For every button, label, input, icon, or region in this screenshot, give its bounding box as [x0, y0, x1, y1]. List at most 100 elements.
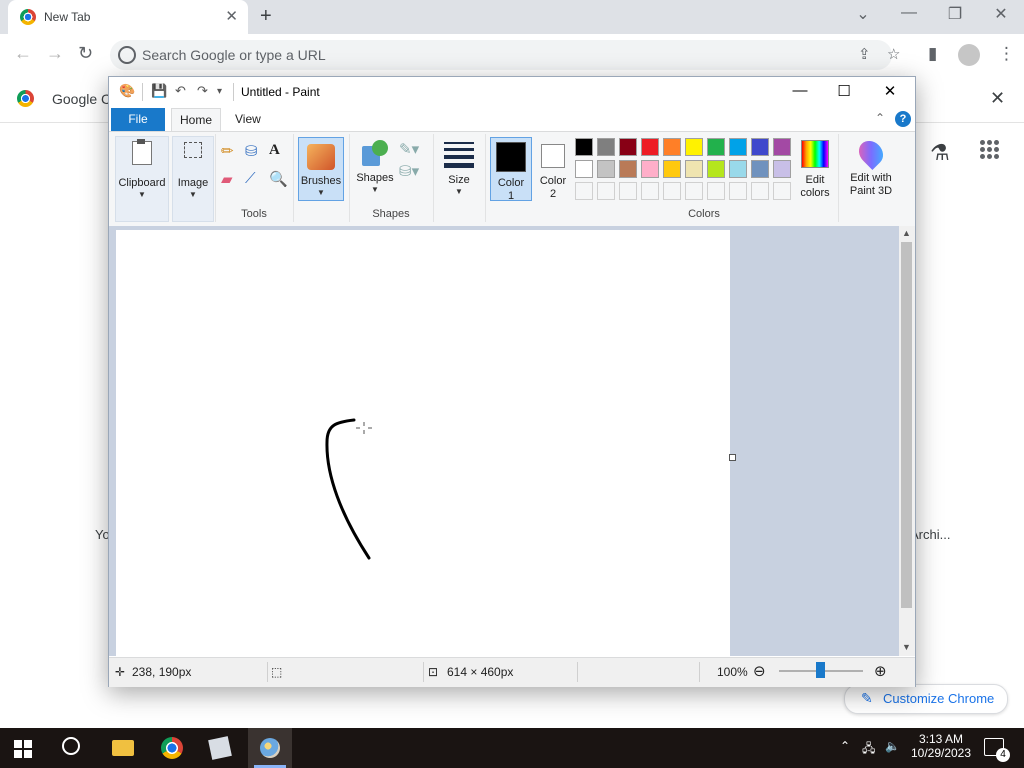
ribbon-collapse-icon[interactable]: ⌃ [875, 111, 885, 125]
omnibox[interactable]: Search Google or type a URL ⇪ ☆ [110, 40, 900, 70]
profile-avatar-icon[interactable] [958, 44, 980, 66]
scrollbar-thumb[interactable] [901, 242, 912, 608]
clipboard-button[interactable]: Clipboard ▼ [115, 136, 169, 222]
chrome-restore-button[interactable]: ❐ [932, 4, 978, 24]
custom-color-slot[interactable] [729, 182, 747, 200]
palette-swatch[interactable] [619, 160, 637, 178]
share-icon[interactable]: ⇪ [858, 45, 871, 63]
palette-swatch[interactable] [751, 138, 769, 156]
tab-home[interactable]: Home [171, 108, 221, 132]
search-icon[interactable] [62, 737, 80, 755]
canvas-resize-handle[interactable] [729, 454, 736, 461]
paint-app-icon[interactable]: 🎨 [119, 83, 135, 99]
new-tab-button[interactable]: + [260, 5, 272, 28]
custom-color-slot[interactable] [685, 182, 703, 200]
paint-taskbar-button[interactable] [248, 728, 292, 768]
palette-swatch[interactable] [729, 138, 747, 156]
shapes-button[interactable]: Shapes ▼ [355, 138, 395, 202]
palette-swatch[interactable] [707, 160, 725, 178]
chrome-menu-icon[interactable]: ⋮ [998, 44, 1015, 64]
back-arrow-icon[interactable]: ← [14, 43, 32, 64]
customize-qat-icon[interactable]: ▾ [217, 86, 222, 97]
palette-swatch[interactable] [685, 160, 703, 178]
text-tool-icon[interactable]: A [269, 142, 280, 159]
palette-swatch[interactable] [685, 138, 703, 156]
redo-icon[interactable]: ↷ [197, 83, 208, 99]
windows-start-icon[interactable] [14, 740, 32, 758]
palette-swatch[interactable] [597, 160, 615, 178]
chrome-close-button[interactable]: ✕ [978, 4, 1024, 24]
tab-search-chevron-icon[interactable]: ⌄ [840, 4, 886, 24]
edit-with-paint3d-button[interactable]: Edit with Paint 3D [843, 136, 899, 200]
network-icon[interactable]: 🖧 [862, 739, 875, 760]
magnifier-icon[interactable]: 🔍 [269, 170, 288, 188]
shortcut-tile-label[interactable]: Archi... [910, 527, 950, 542]
vertical-scrollbar[interactable]: ▲ ▼ [899, 226, 915, 656]
drawing-canvas[interactable] [116, 230, 730, 660]
brushes-button[interactable]: Brushes ▼ [298, 137, 344, 201]
palette-swatch[interactable] [773, 138, 791, 156]
google-apps-icon[interactable] [980, 140, 1000, 160]
custom-color-slot[interactable] [641, 182, 659, 200]
help-icon[interactable]: ? [895, 111, 911, 127]
custom-color-slot[interactable] [707, 182, 725, 200]
bookmark-star-icon[interactable]: ☆ [887, 45, 900, 63]
zoom-out-icon[interactable]: ⊖ [753, 662, 766, 680]
palette-swatch[interactable] [575, 160, 593, 178]
reload-icon[interactable]: ↻ [78, 43, 93, 64]
clock[interactable]: 3:13 AM 10/29/2023 [908, 732, 974, 760]
palette-swatch[interactable] [641, 138, 659, 156]
palette-swatch[interactable] [751, 160, 769, 178]
tray-chevron-up-icon[interactable]: ⌃ [840, 739, 850, 753]
customize-chrome-button[interactable]: ✎ Customize Chrome [844, 684, 1008, 714]
custom-color-slot[interactable] [619, 182, 637, 200]
zoom-in-icon[interactable]: ⊕ [874, 662, 887, 680]
paint-minimize-button[interactable]: — [777, 82, 823, 99]
palette-swatch[interactable] [707, 138, 725, 156]
palette-swatch[interactable] [597, 138, 615, 156]
color1-button[interactable]: Color 1 [490, 137, 532, 202]
paint-close-button[interactable]: ✕ [867, 82, 913, 100]
color-picker-icon[interactable]: ⟋ [245, 170, 256, 187]
scroll-up-icon[interactable]: ▲ [902, 228, 911, 238]
chrome-taskbar-icon[interactable] [161, 737, 183, 759]
paint-maximize-button[interactable]: ☐ [821, 82, 867, 100]
scroll-down-icon[interactable]: ▼ [902, 642, 911, 652]
roblox-icon[interactable] [208, 736, 232, 760]
save-icon[interactable]: 💾 [151, 83, 167, 99]
palette-swatch[interactable] [641, 160, 659, 178]
chrome-tab-new-tab[interactable]: New Tab ✕ [8, 0, 248, 34]
chrome-minimize-button[interactable]: — [886, 4, 932, 22]
zoom-slider-thumb[interactable] [816, 662, 825, 678]
fill-icon[interactable]: ⛁▾ [399, 162, 419, 180]
bookmark-close-icon[interactable]: ✕ [990, 88, 1005, 109]
file-explorer-icon[interactable] [112, 740, 134, 756]
custom-color-slot[interactable] [663, 182, 681, 200]
palette-swatch[interactable] [575, 138, 593, 156]
size-button[interactable]: Size ▼ [439, 138, 479, 202]
volume-muted-icon[interactable]: 🔈 [885, 739, 900, 753]
palette-swatch[interactable] [663, 138, 681, 156]
tab-file[interactable]: File [111, 108, 165, 131]
custom-color-slot[interactable] [773, 182, 791, 200]
undo-icon[interactable]: ↶ [175, 83, 186, 99]
forward-arrow-icon[interactable]: → [46, 43, 64, 64]
side-panel-icon[interactable]: ▮ [928, 44, 937, 64]
custom-color-slot[interactable] [575, 182, 593, 200]
edit-colors-button[interactable]: Edit colors [797, 138, 833, 200]
pencil-icon[interactable]: ✏ [221, 142, 234, 160]
eraser-icon[interactable]: ▰ [221, 170, 233, 188]
image-button[interactable]: Image ▼ [172, 136, 214, 222]
palette-swatch[interactable] [663, 160, 681, 178]
custom-color-slot[interactable] [751, 182, 769, 200]
palette-swatch[interactable] [773, 160, 791, 178]
palette-swatch[interactable] [619, 138, 637, 156]
color2-button[interactable]: Color 2 [533, 138, 573, 200]
tab-view[interactable]: View [235, 112, 261, 126]
fill-bucket-icon[interactable]: ⛁ [245, 142, 258, 160]
tab-close-icon[interactable]: ✕ [225, 7, 238, 25]
custom-color-slot[interactable] [597, 182, 615, 200]
labs-flask-icon[interactable]: ⚗ [930, 140, 950, 166]
outline-icon[interactable]: ✎▾ [399, 140, 419, 158]
palette-swatch[interactable] [729, 160, 747, 178]
